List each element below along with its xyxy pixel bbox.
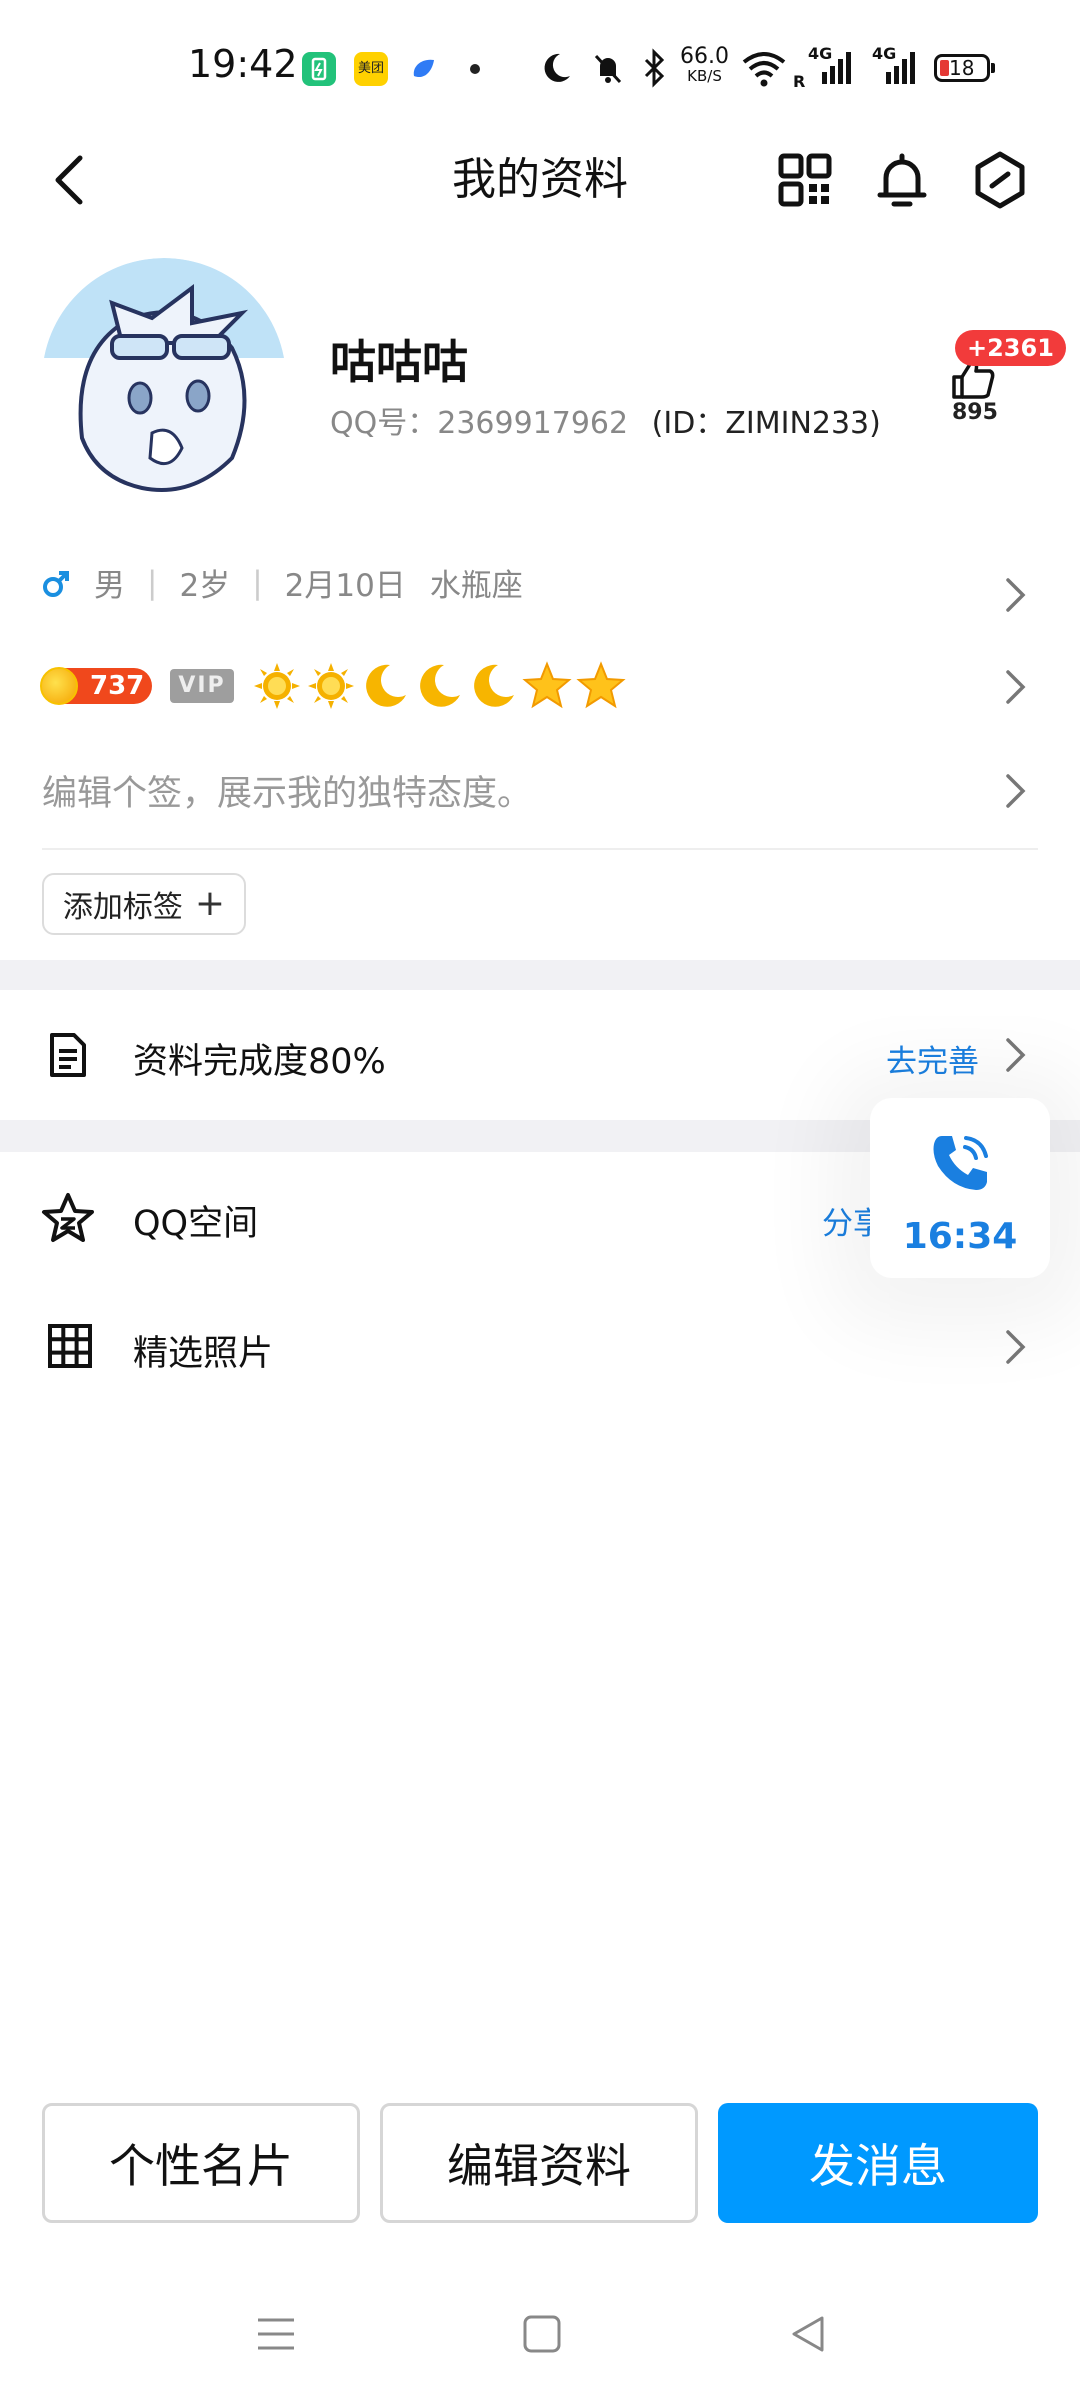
completion-label: 资料完成度80% (133, 1042, 386, 1082)
featured-photos-row[interactable]: 精选照片 (0, 1282, 1080, 1412)
qzone-label: QQ空间 (133, 1204, 259, 1244)
section-gap (0, 960, 1080, 990)
gender: 男 (94, 568, 125, 604)
nickname: 咕咕咕 (330, 335, 468, 389)
document-icon (50, 1033, 86, 1077)
add-tag-button[interactable]: 添加标签 + (42, 873, 246, 935)
network-speed: 66.0 KB/S (680, 44, 729, 85)
level-row[interactable]: 737 VIP (40, 658, 626, 714)
status-time: 19:42 (188, 42, 298, 86)
likes-badge: +2361 (955, 330, 1066, 366)
chevron-right-icon (1003, 770, 1029, 812)
divider (42, 848, 1038, 850)
meituan-app-icon: 美团 (354, 52, 388, 86)
age: 2岁 (179, 568, 231, 604)
add-tag-label: 添加标签 (62, 890, 183, 925)
moon-icon (538, 50, 574, 86)
qq-number: QQ号：2369917962 (ID：ZIMIN233) (330, 398, 881, 442)
coin-badge: 737 (40, 667, 152, 705)
mute-icon (590, 50, 626, 86)
bell-icon (877, 153, 927, 207)
call-duration: 16:34 (902, 1216, 1018, 1257)
back-nav-button[interactable] (784, 2310, 832, 2358)
grid-icon (48, 1324, 92, 1368)
birthday: 2月10日 (284, 568, 406, 604)
battery-indicator: 18 (934, 54, 995, 82)
battery-app-icon (302, 52, 336, 86)
menu-icon (258, 2318, 294, 2350)
settings-hexagon-icon (975, 151, 1025, 209)
notification-dot-icon (470, 64, 480, 74)
complete-profile-link[interactable]: 去完善 (886, 1036, 979, 1081)
zodiac: 水瓶座 (429, 568, 523, 604)
coin-value: 737 (90, 671, 145, 701)
chevron-right-icon (1003, 1326, 1029, 1368)
qr-code-icon (778, 153, 832, 207)
signature-field[interactable]: 编辑个签，展示我的独特态度。 (42, 765, 532, 816)
chevron-right-icon (1003, 1034, 1029, 1076)
avatar[interactable] (42, 258, 286, 502)
photos-label: 精选照片 (133, 1334, 274, 1374)
moon-icon (474, 664, 514, 707)
sun-icon (308, 663, 354, 709)
chevron-right-icon (1003, 666, 1029, 708)
edit-profile-button[interactable]: 编辑资料 (380, 2103, 698, 2223)
signal-2-icon (872, 50, 920, 86)
blue-app-icon (406, 52, 440, 86)
wifi-icon (740, 48, 788, 88)
chevron-right-icon (1003, 574, 1029, 616)
star-icon (576, 661, 626, 709)
notification-button[interactable] (872, 150, 932, 210)
status-bar: 19:42 美团 66.0 KB/S R 4G 4G 18 (0, 0, 1080, 105)
likes-count: 895 (952, 400, 998, 425)
plus-icon: + (194, 883, 226, 924)
qq-number-value: 2369917962 (437, 406, 629, 441)
moon-icon (420, 664, 460, 707)
qq-label: QQ号： (330, 406, 438, 441)
profile-card-button[interactable]: 个性名片 (42, 2103, 360, 2223)
send-message-button[interactable]: 发消息 (718, 2103, 1038, 2223)
qq-id: (ID：ZIMIN233) (651, 406, 881, 441)
signal-1-icon (808, 50, 856, 86)
moon-icon (366, 664, 406, 707)
star-outline-icon (42, 1193, 94, 1242)
home-nav-button[interactable] (518, 2310, 566, 2358)
phone-icon (933, 1136, 988, 1190)
roaming-label: R (793, 72, 806, 91)
star-icon (522, 661, 572, 709)
coin-icon (40, 667, 78, 705)
settings-button[interactable] (970, 150, 1030, 210)
sun-icon (254, 663, 300, 709)
home-square-icon (523, 2315, 561, 2353)
vip-badge: VIP (170, 669, 234, 703)
back-triangle-icon (792, 2316, 824, 2352)
basic-info-row[interactable]: 男 | 2岁 | 2月10日 水瓶座 (42, 560, 523, 605)
menu-nav-button[interactable] (252, 2310, 300, 2358)
male-icon (43, 570, 69, 597)
qr-code-button[interactable] (775, 150, 835, 210)
bluetooth-icon (640, 48, 668, 88)
